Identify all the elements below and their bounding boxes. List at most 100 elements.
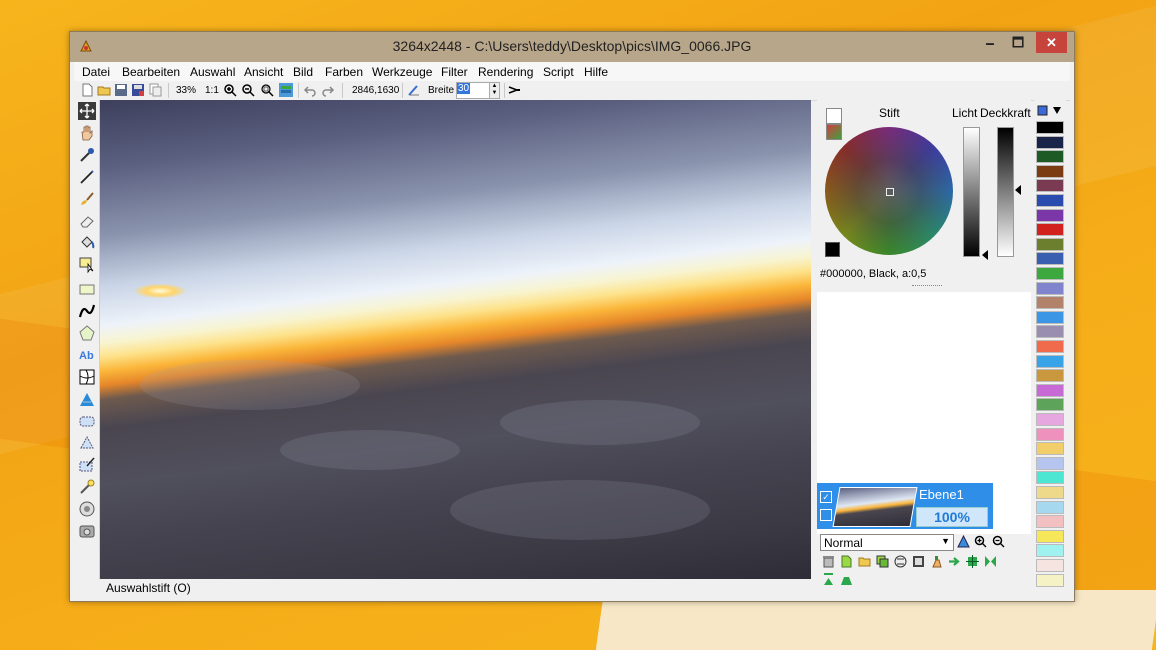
layer-effects-icon[interactable] — [957, 535, 970, 548]
expand-layer-icon[interactable] — [966, 555, 979, 568]
palette-swatch[interactable] — [1036, 208, 1064, 222]
select-rectangle-tool-icon[interactable] — [78, 412, 96, 430]
pencil-tool-icon[interactable] — [78, 168, 96, 186]
layer-opacity[interactable]: 100% — [916, 507, 988, 527]
palette-swatch[interactable] — [1036, 354, 1064, 368]
magic-wand-tool-icon[interactable] — [78, 478, 96, 496]
palette-swatch[interactable] — [1036, 164, 1064, 178]
palette-swatch[interactable] — [1036, 281, 1064, 295]
zoom-fit-icon[interactable] — [260, 83, 274, 97]
clone-tool-icon[interactable] — [78, 500, 96, 518]
palette-swatch[interactable] — [1036, 179, 1064, 193]
menu-werkzeuge[interactable]: Werkzeuge — [372, 65, 432, 79]
layer-down-icon[interactable] — [840, 573, 853, 586]
eraser-tool-icon[interactable] — [78, 212, 96, 230]
palette-swatch[interactable] — [1036, 121, 1064, 134]
pan-tool-icon[interactable] — [78, 124, 96, 142]
layer-zoom-in-icon[interactable] — [974, 535, 987, 548]
menu-hilfe[interactable]: Hilfe — [584, 65, 608, 79]
color-mode-icon[interactable] — [826, 108, 842, 124]
rectangle-tool-icon[interactable] — [78, 280, 96, 298]
menu-farben[interactable]: Farben — [325, 65, 363, 79]
polygon-tool-icon[interactable] — [78, 324, 96, 342]
lightness-slider-handle[interactable] — [982, 250, 988, 260]
menu-datei[interactable]: Datei — [82, 65, 110, 79]
palette-swatch[interactable] — [1036, 150, 1064, 164]
blend-mode-select[interactable]: Normal ▼ — [820, 534, 954, 551]
layer-properties-icon[interactable] — [912, 555, 925, 568]
title-bar[interactable]: 3264x2448 - C:\Users\teddy\Desktop\pics\… — [70, 32, 1074, 62]
open-folder-icon[interactable] — [97, 83, 111, 97]
palette-swatch[interactable] — [1036, 223, 1064, 237]
layer-up-icon[interactable] — [822, 573, 835, 586]
new-layer-icon[interactable] — [840, 555, 853, 568]
menu-ansicht[interactable]: Ansicht — [244, 65, 283, 79]
palette-swatch[interactable] — [1036, 573, 1064, 587]
select-brush-tool-icon[interactable] — [78, 456, 96, 474]
open-layer-icon[interactable] — [858, 555, 871, 568]
layers-toggle-icon[interactable] — [279, 83, 293, 97]
palette-swatch[interactable] — [1036, 340, 1064, 353]
duplicate-layer-icon[interactable] — [876, 555, 889, 568]
layer-grid-icon[interactable] — [820, 509, 832, 521]
palette-swatch[interactable] — [1036, 310, 1064, 324]
brush-tool-icon[interactable] — [78, 190, 96, 208]
menu-bild[interactable]: Bild — [293, 65, 313, 79]
palette-swatch[interactable] — [1036, 194, 1064, 207]
palette-swatch[interactable] — [1036, 427, 1064, 441]
menu-auswahl[interactable]: Auswahl — [190, 65, 235, 79]
palette-swatch[interactable] — [1036, 500, 1064, 514]
layer-brush-icon[interactable] — [930, 555, 943, 568]
color-wheel-cursor[interactable] — [886, 188, 894, 196]
zoom-in-icon[interactable] — [223, 83, 237, 97]
grid-deform-tool-icon[interactable] — [78, 368, 96, 386]
width-spinner[interactable]: ▲ ▼ — [489, 82, 500, 99]
fill-bucket-tool-icon[interactable] — [78, 234, 96, 252]
selection-pen-tool-icon[interactable] — [78, 256, 96, 274]
menu-rendering[interactable]: Rendering — [478, 65, 533, 79]
move-layer-icon[interactable] — [948, 555, 961, 568]
color-picker-tool-icon[interactable] — [78, 146, 96, 164]
layer-visible-checkbox[interactable]: ✓ — [820, 491, 832, 503]
layer-zoom-out-icon[interactable] — [992, 535, 1005, 548]
copy-icon[interactable] — [148, 83, 162, 97]
photo-tool-icon[interactable] — [78, 522, 96, 540]
lightness-slider[interactable] — [963, 127, 980, 257]
palette-swatch[interactable] — [1036, 325, 1064, 339]
palette-swatch[interactable] — [1036, 383, 1064, 397]
undo-icon[interactable] — [303, 83, 317, 97]
primary-color-swatch[interactable] — [825, 242, 840, 257]
palette-swatch[interactable] — [1036, 267, 1064, 280]
menu-bearbeiten[interactable]: Bearbeiten — [122, 65, 180, 79]
palette-swatch[interactable] — [1036, 529, 1064, 543]
palette-swatch[interactable] — [1036, 413, 1064, 426]
save-icon[interactable] — [114, 83, 128, 97]
close-button[interactable]: ✕ — [1036, 32, 1067, 53]
zoom-1-1[interactable]: 1:1 — [205, 85, 219, 96]
panel-resize-grip[interactable] — [912, 285, 942, 288]
layer-item[interactable]: ✓ Ebene1 100% — [817, 483, 993, 529]
save-as-icon[interactable] — [131, 83, 145, 97]
zoom-out-icon[interactable] — [241, 83, 255, 97]
palette-swatch[interactable] — [1036, 135, 1064, 149]
palette-swatch[interactable] — [1036, 252, 1064, 266]
color-swap-icon[interactable] — [826, 124, 842, 140]
new-file-icon[interactable] — [80, 83, 94, 97]
palette-swatch[interactable] — [1036, 237, 1064, 251]
palette-swatch[interactable] — [1036, 456, 1064, 470]
antialias-icon[interactable] — [507, 83, 521, 97]
flip-layer-icon[interactable] — [984, 555, 997, 568]
palette-swatch[interactable] — [1036, 486, 1064, 499]
curve-tool-icon[interactable] — [78, 302, 96, 320]
text-tool-icon[interactable]: Ab — [78, 346, 96, 364]
palette-swatch[interactable] — [1036, 296, 1064, 310]
palette-swatch[interactable] — [1036, 544, 1064, 558]
palette-swatch[interactable] — [1036, 471, 1064, 485]
opacity-slider-handle[interactable] — [1015, 185, 1021, 195]
palette-swatch[interactable] — [1036, 398, 1064, 412]
palette-menu-icon[interactable] — [1036, 104, 1064, 117]
minimize-button[interactable]: 🗕 — [976, 32, 1004, 53]
palette-swatch[interactable] — [1036, 559, 1064, 572]
palette-swatch[interactable] — [1036, 369, 1064, 383]
opacity-slider[interactable] — [997, 127, 1014, 257]
